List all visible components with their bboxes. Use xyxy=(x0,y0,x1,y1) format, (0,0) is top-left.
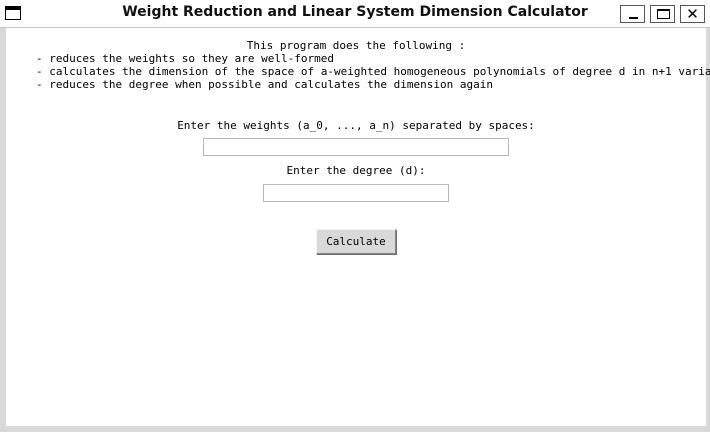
degree-input[interactable] xyxy=(263,184,449,202)
maximize-icon xyxy=(657,9,670,19)
weights-label: Enter the weights (a_0, ..., a_n) separa… xyxy=(177,119,535,132)
close-icon: ✕ xyxy=(686,5,699,23)
degree-label: Enter the degree (d): xyxy=(286,164,426,177)
title-bar[interactable]: Weight Reduction and Linear System Dimen… xyxy=(0,0,710,28)
window-menu-icon[interactable] xyxy=(5,6,21,20)
feature-item: - reduces the degree when possible and c… xyxy=(36,78,493,91)
app-window: Weight Reduction and Linear System Dimen… xyxy=(0,0,710,432)
feature-list: - reduces the weights so they are well-f… xyxy=(36,52,710,91)
minimize-button[interactable] xyxy=(620,5,645,23)
maximize-button[interactable] xyxy=(650,5,675,23)
minimize-icon xyxy=(629,17,638,19)
feature-item: - reduces the weights so they are well-f… xyxy=(36,52,335,65)
window-title: Weight Reduction and Linear System Dimen… xyxy=(122,4,588,20)
intro-text: This program does the following : xyxy=(246,39,466,52)
weights-input[interactable] xyxy=(203,138,509,156)
main-panel: This program does the following : - redu… xyxy=(6,28,710,426)
feature-item: - calculates the dimension of the space … xyxy=(36,65,710,78)
close-button[interactable]: ✕ xyxy=(680,5,705,23)
calculate-button[interactable]: Calculate xyxy=(316,229,396,254)
